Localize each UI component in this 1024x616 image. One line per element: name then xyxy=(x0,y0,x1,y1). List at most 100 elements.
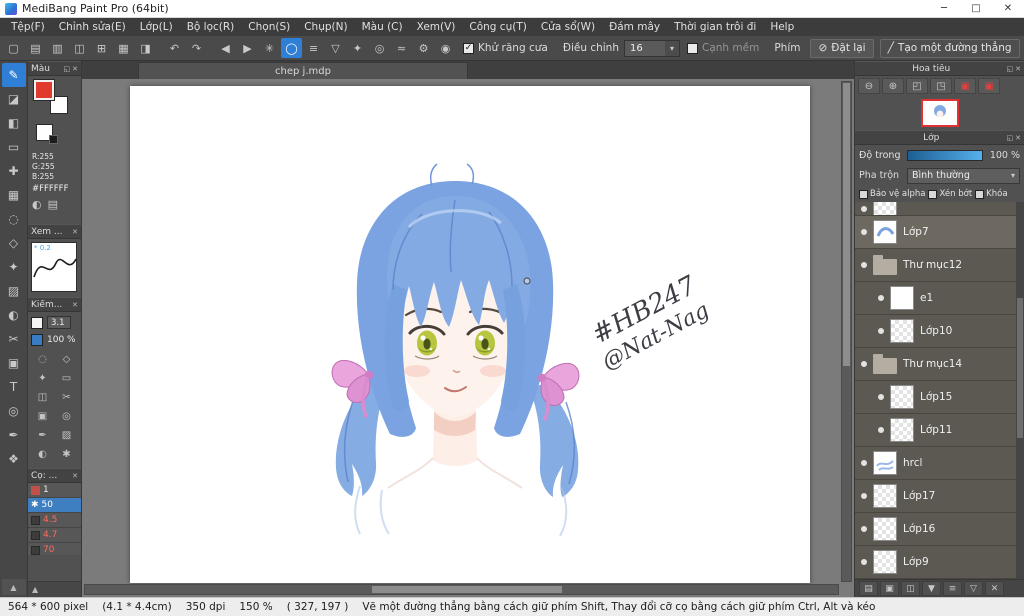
tool-option-icon-12[interactable]: ✱ xyxy=(55,445,79,464)
brush-tool[interactable]: ✎ xyxy=(1,63,26,87)
fill-tool[interactable]: ◧ xyxy=(2,111,26,135)
default-black-swatch[interactable] xyxy=(49,135,58,144)
canvas-viewport[interactable]: #HB247 @Nat-Nag xyxy=(82,79,854,597)
visibility-dot[interactable] xyxy=(861,493,867,499)
menu-select[interactable]: Chọn(S) xyxy=(241,21,297,33)
tool-option-icon-7[interactable]: ▣ xyxy=(31,407,55,426)
protect-alpha-checkbox[interactable]: Bảo vệ alpha xyxy=(859,189,925,199)
brush-curve-preview[interactable]: * 0.2 xyxy=(31,242,77,292)
layer-row[interactable]: Lớp17 xyxy=(855,480,1016,513)
visibility-dot[interactable] xyxy=(861,526,867,532)
menu-help[interactable]: Help xyxy=(763,21,801,33)
horizontal-scrollbar[interactable] xyxy=(84,584,839,595)
layer-row[interactable]: Lớp16 xyxy=(855,513,1016,546)
snap-settings-icon[interactable]: ⚙ xyxy=(413,38,434,58)
maximize-button[interactable]: □ xyxy=(960,0,992,17)
brush-item-selected[interactable]: ✱ 50 xyxy=(28,498,81,513)
zoom-out-icon[interactable]: ⊖ xyxy=(858,78,880,94)
menu-edit[interactable]: Chỉnh sửa(E) xyxy=(52,21,133,33)
visibility-dot[interactable] xyxy=(861,460,867,466)
text-tool[interactable]: T xyxy=(2,375,26,399)
visibility-dot[interactable] xyxy=(861,205,867,212)
brush-item[interactable]: 4.7 xyxy=(28,528,81,543)
grid-icon[interactable]: ⊞ xyxy=(91,38,112,58)
close-panel-icon[interactable]: ✕ xyxy=(1015,134,1021,142)
float-panel-icon[interactable]: ◱ xyxy=(1007,134,1014,142)
snap-cross-icon[interactable]: ▽ xyxy=(325,38,346,58)
horizontal-scrollbar-thumb[interactable] xyxy=(372,586,562,593)
tool-option-icon-4[interactable]: ▭ xyxy=(55,369,79,388)
layer-row-partial[interactable] xyxy=(855,202,1016,216)
collapse-strip-icon[interactable]: ▲ xyxy=(1,579,26,595)
close-panel-icon[interactable]: ✕ xyxy=(72,228,78,236)
tool-option-icon-10[interactable]: ▨ xyxy=(55,426,79,445)
layer-row[interactable]: Lớp9 xyxy=(855,546,1016,579)
pen-tool[interactable]: ✒ xyxy=(2,423,26,447)
brush-item[interactable]: 70 xyxy=(28,543,81,555)
adjust-dropdown[interactable]: 16 ▾ xyxy=(623,39,680,57)
layer-list-scrollbar[interactable] xyxy=(1016,202,1024,579)
new-layer-button[interactable]: ▤ xyxy=(859,581,878,596)
document-tab[interactable]: chep j.mdp xyxy=(138,62,468,79)
snap-radial-icon[interactable]: ◎ xyxy=(369,38,390,58)
layer-row[interactable]: Lớp7 xyxy=(855,216,1016,249)
soft-edge-checkbox[interactable]: Cạnh mềm xyxy=(686,42,759,54)
menu-filter[interactable]: Bộ lọc(R) xyxy=(180,21,242,33)
menu-layer[interactable]: Lớp(L) xyxy=(133,21,180,33)
tool-option-icon-5[interactable]: ◫ xyxy=(31,388,55,407)
brush-item[interactable]: 4.5 xyxy=(28,513,81,528)
float-panel-icon[interactable]: ◱ xyxy=(64,65,71,73)
pixel-grid-icon[interactable]: ▦ xyxy=(113,38,134,58)
foreground-color-swatch[interactable] xyxy=(33,79,55,101)
undo-icon[interactable]: ↶ xyxy=(164,38,185,58)
tool-option-icon-3[interactable]: ✦ xyxy=(31,369,55,388)
merge-down-button[interactable]: ▼ xyxy=(922,581,941,596)
default-color-swatches[interactable] xyxy=(32,122,76,152)
menu-timelapse[interactable]: Thời gian trôi đi xyxy=(667,21,763,33)
navigator-thumbnail[interactable] xyxy=(920,99,959,127)
layer-row[interactable]: hrcl xyxy=(855,447,1016,480)
visibility-dot[interactable] xyxy=(861,229,867,235)
color-wheel-icon[interactable]: ◐ xyxy=(32,198,42,211)
snap-parallel-icon[interactable]: ≡ xyxy=(303,38,324,58)
move-tool[interactable]: ✚ xyxy=(2,159,26,183)
brush-item[interactable]: 1 xyxy=(28,483,81,498)
rotate-left-icon[interactable]: ◀ xyxy=(215,38,236,58)
color-sliders-icon[interactable]: ▤ xyxy=(48,198,58,211)
delete-layer-button[interactable]: ✕ xyxy=(985,581,1004,596)
menu-view[interactable]: Xem(V) xyxy=(410,21,463,33)
brush-size-value[interactable]: 3.1 xyxy=(47,316,71,329)
layer-menu-button[interactable]: ≡ xyxy=(943,581,962,596)
pattern-tool[interactable]: ▨ xyxy=(2,279,26,303)
scissors-tool[interactable]: ✂ xyxy=(2,327,26,351)
visibility-dot[interactable] xyxy=(861,559,867,565)
redo-icon[interactable]: ↷ xyxy=(186,38,207,58)
material-icon[interactable]: ◨ xyxy=(135,38,156,58)
visibility-dot[interactable] xyxy=(878,427,884,433)
minimize-button[interactable]: ─ xyxy=(928,0,960,17)
opacity-slider[interactable] xyxy=(907,149,983,161)
menu-color[interactable]: Màu (C) xyxy=(355,21,410,33)
duplicate-layer-button[interactable]: ◫ xyxy=(901,581,920,596)
visibility-dot[interactable] xyxy=(861,361,867,367)
menu-file[interactable]: Tệp(F) xyxy=(4,21,52,33)
menu-tools[interactable]: Công cụ(T) xyxy=(462,21,533,33)
layer-row[interactable]: Lớp10 xyxy=(855,315,1016,348)
zoom-in-icon[interactable]: ⊕ xyxy=(882,78,904,94)
fit-screen-icon[interactable]: ◰ xyxy=(906,78,928,94)
collapse-panel-icon[interactable]: ▲ xyxy=(32,585,38,594)
close-panel-icon[interactable]: ✕ xyxy=(72,472,78,480)
straight-line-button[interactable]: ╱ Tạo một đường thẳng xyxy=(879,38,1020,58)
visibility-dot[interactable] xyxy=(861,262,867,268)
menu-cloud[interactable]: Đám mây xyxy=(602,21,667,33)
marquee-tool[interactable]: ◌ xyxy=(2,207,26,231)
snap-off-icon[interactable]: ✳ xyxy=(259,38,280,58)
brush-opacity-value[interactable]: 100 % xyxy=(47,335,76,345)
layer-folder-row[interactable]: Thư mục14 xyxy=(855,348,1016,381)
close-panel-icon[interactable]: ✕ xyxy=(1015,65,1021,73)
vertical-scrollbar[interactable] xyxy=(841,81,852,582)
layer-row[interactable]: e1 xyxy=(855,282,1016,315)
visibility-dot[interactable] xyxy=(878,295,884,301)
flip-view-icon[interactable]: ▣ xyxy=(978,78,1000,94)
tool-option-icon-9[interactable]: ✒ xyxy=(31,426,55,445)
